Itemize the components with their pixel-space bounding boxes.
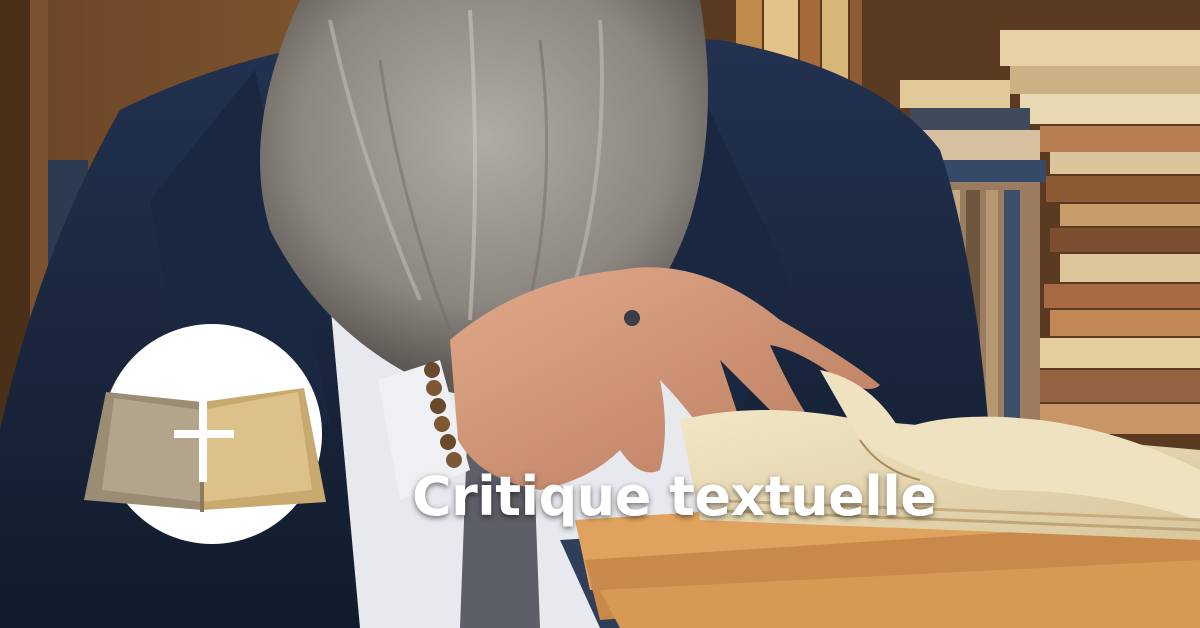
logo [84,324,326,544]
ring [624,310,640,326]
banner-title: Critique textuelle [412,465,937,528]
